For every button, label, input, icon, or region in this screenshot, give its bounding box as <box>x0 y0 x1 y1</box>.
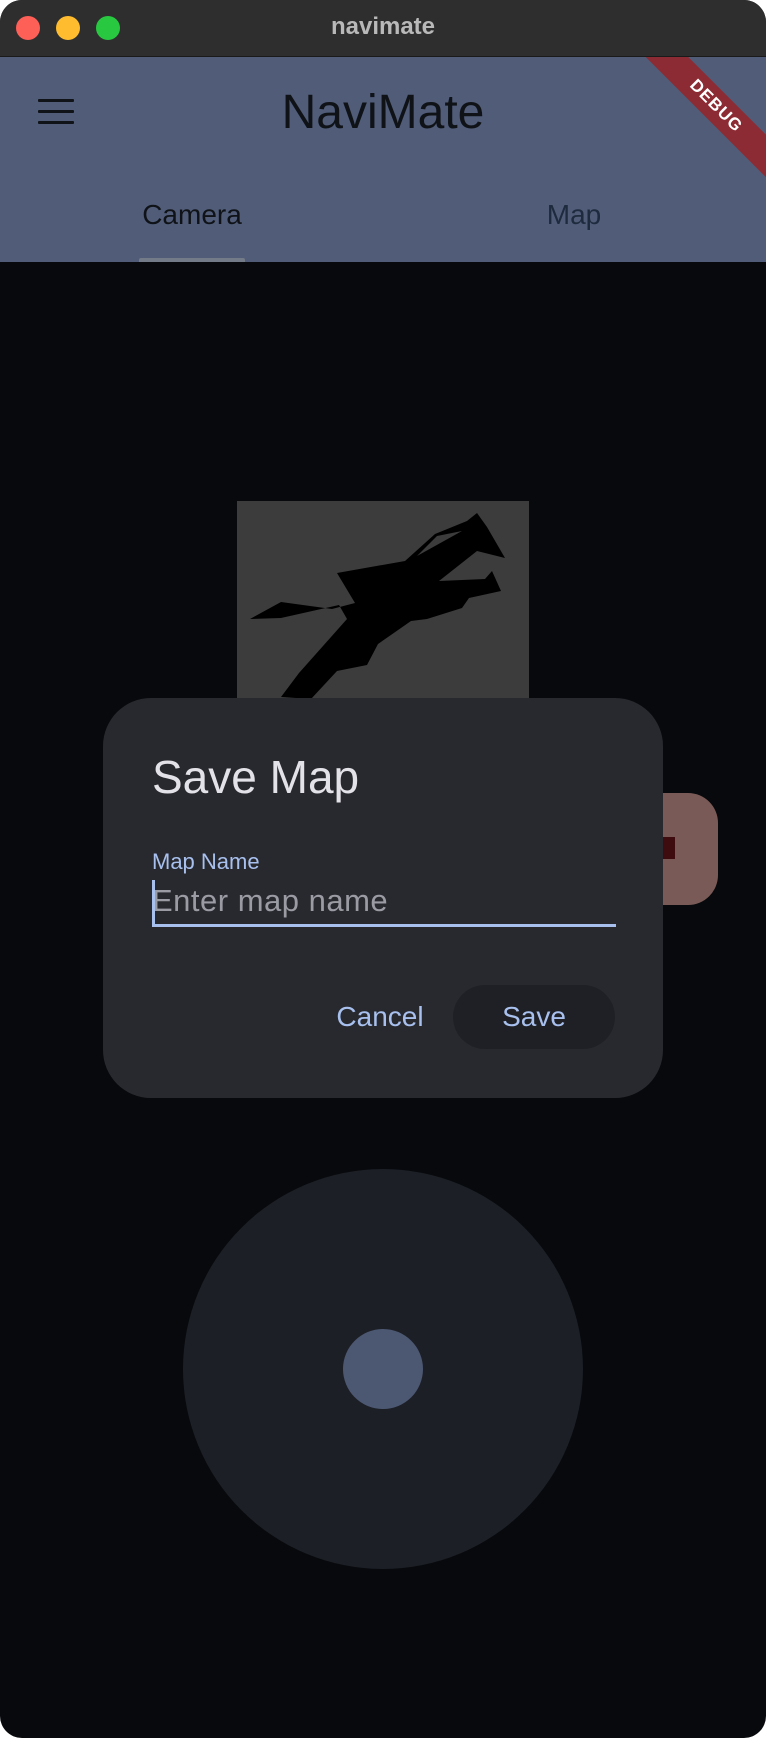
app-title: NaviMate <box>281 86 485 139</box>
window-titlebar: navimate <box>0 0 766 57</box>
cancel-button[interactable]: Cancel <box>305 985 455 1049</box>
dialog-title: Save Map <box>152 751 360 803</box>
app-bar: NaviMate Camera Map DEBUG <box>0 57 766 262</box>
tab-map[interactable]: Map <box>502 199 646 231</box>
window-title: navimate <box>330 13 436 40</box>
save-map-dialog: Save Map Map Name Cancel Save <box>103 698 663 1098</box>
map-name-label: Map Name <box>152 849 260 874</box>
occupancy-map-image <box>250 513 505 699</box>
joystick-knob[interactable] <box>343 1329 423 1409</box>
joystick-base[interactable] <box>183 1169 583 1569</box>
map-preview <box>237 501 529 699</box>
tab-camera[interactable]: Camera <box>108 199 276 231</box>
map-name-input[interactable] <box>152 878 616 927</box>
app-window: navimate NaviMate Camera Map DEBUG Save … <box>0 0 766 1738</box>
record-icon <box>663 837 675 859</box>
text-cursor <box>152 880 155 926</box>
save-button[interactable]: Save <box>453 985 615 1049</box>
tab-indicator <box>139 258 245 262</box>
